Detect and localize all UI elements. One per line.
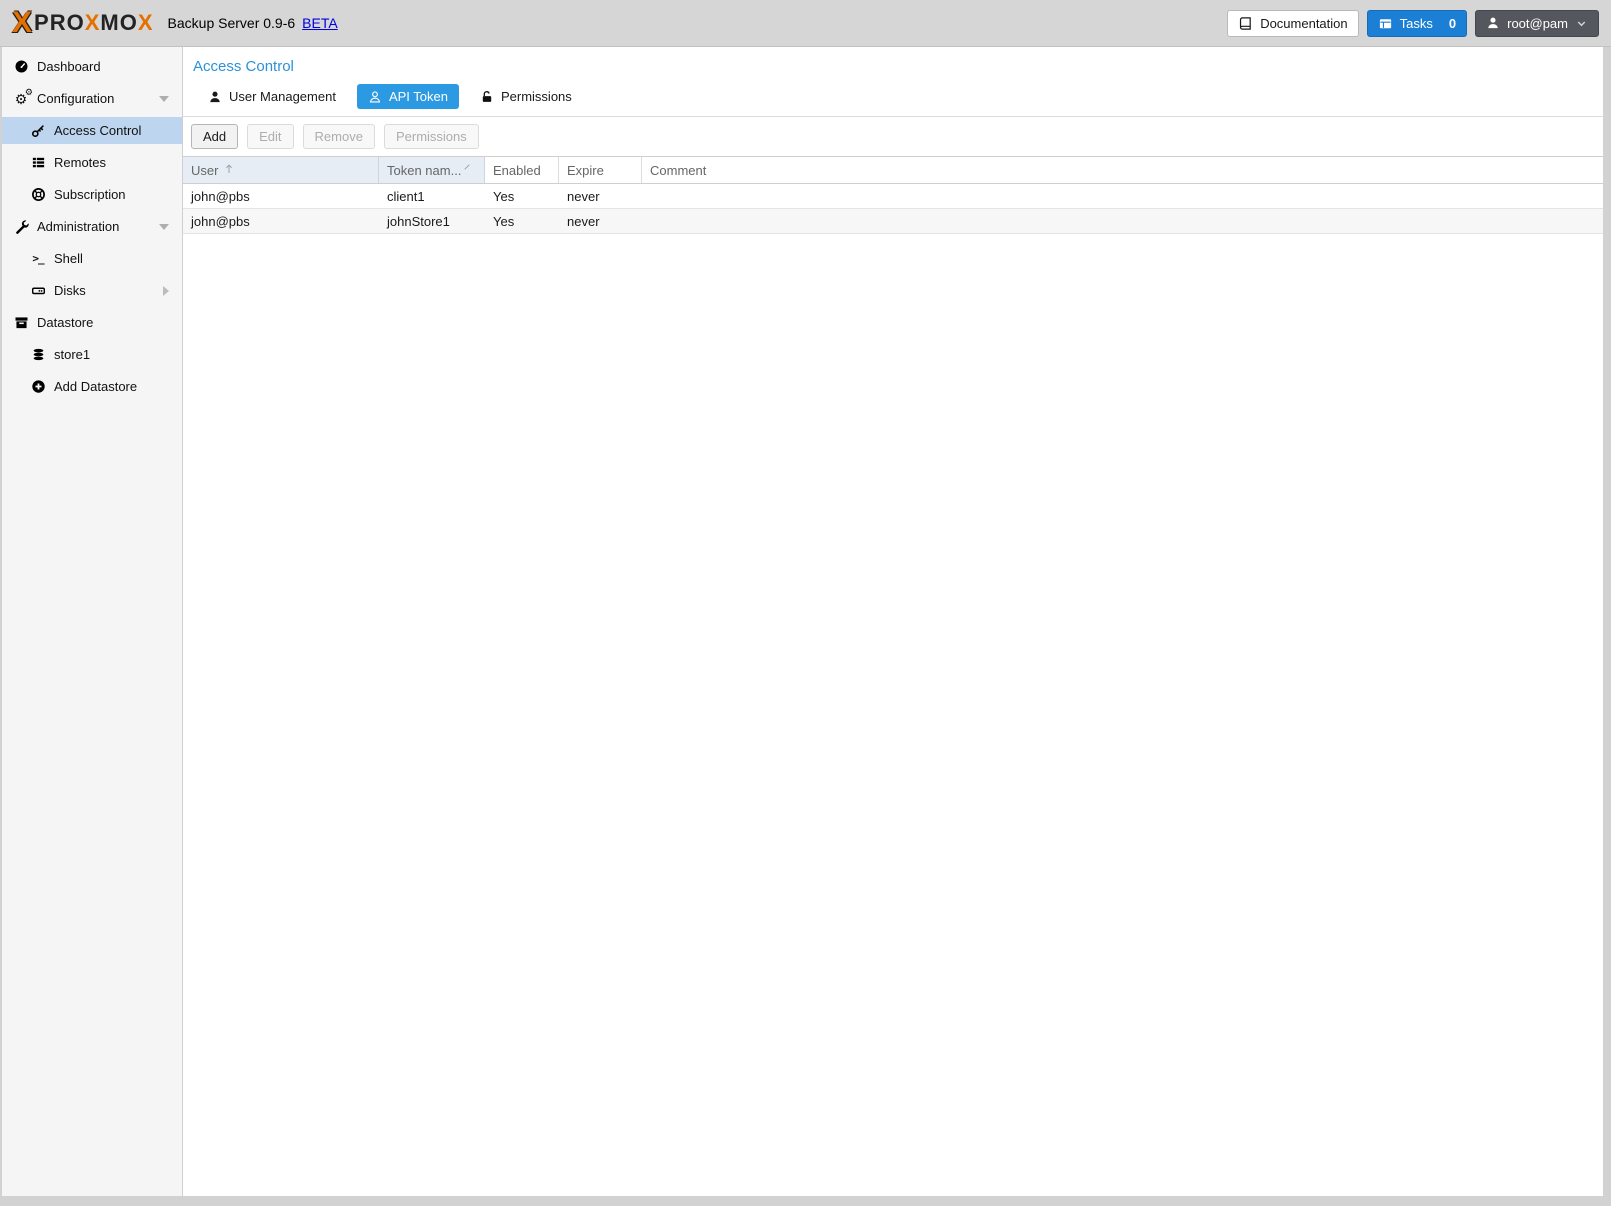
user-menu-button[interactable]: root@pam <box>1475 10 1599 37</box>
column-header-comment[interactable]: Comment <box>642 157 1603 183</box>
cell-expire: never <box>559 184 642 208</box>
sidebar-item-store1[interactable]: store1 <box>2 341 182 368</box>
sort-ascending-icon <box>223 162 235 178</box>
terminal-icon: >_ <box>29 252 47 265</box>
tab-label: Permissions <box>501 89 572 104</box>
key-icon <box>29 123 47 138</box>
tab-user-management[interactable]: User Management <box>197 84 347 109</box>
plus-circle-icon <box>29 379 47 394</box>
sidebar-item-access-control[interactable]: Access Control <box>2 117 182 144</box>
table-empty-area <box>183 234 1603 1196</box>
sidebar-item-label: Access Control <box>54 123 141 138</box>
cell-enabled: Yes <box>485 209 559 233</box>
tab-permissions[interactable]: Permissions <box>469 84 583 109</box>
app-header: X PROXMOX Backup Server 0.9-6 BETA Docum… <box>0 0 1611 47</box>
proxmox-x-mark-icon: X <box>12 8 32 38</box>
cell-token-name: johnStore1 <box>379 209 485 233</box>
support-icon <box>29 187 47 202</box>
book-icon <box>1238 16 1253 31</box>
sidebar-item-label: Administration <box>37 219 119 234</box>
database-icon <box>29 347 47 362</box>
sidebar-item-add-datastore[interactable]: Add Datastore <box>2 373 182 400</box>
tab-label: User Management <box>229 89 336 104</box>
body-row: Dashboard ⚙⚙ Configuration Access Contro… <box>0 47 1611 1206</box>
toolbar: Add Edit Remove Permissions <box>183 117 1603 156</box>
sidebar-item-configuration[interactable]: ⚙⚙ Configuration <box>2 85 182 112</box>
product-subtitle: Backup Server 0.9-6 <box>168 15 296 31</box>
sidebar: Dashboard ⚙⚙ Configuration Access Contro… <box>2 47 183 1196</box>
column-header-expire[interactable]: Expire <box>559 157 642 183</box>
task-list-icon <box>1378 16 1393 31</box>
cell-expire: never <box>559 209 642 233</box>
tab-api-token[interactable]: API Token <box>357 84 459 109</box>
cell-token-name: client1 <box>379 184 485 208</box>
sidebar-item-label: Remotes <box>54 155 106 170</box>
table-header: User Token nam... Enabled <box>183 156 1603 184</box>
tasks-count-badge: 0 <box>1449 16 1456 31</box>
expand-arrow-icon[interactable] <box>163 286 169 296</box>
cell-enabled: Yes <box>485 184 559 208</box>
header-actions: Documentation Tasks 0 root@pam <box>1227 10 1599 37</box>
table-row[interactable]: john@pbs johnStore1 Yes never <box>183 209 1603 234</box>
collapse-arrow-icon[interactable] <box>159 96 169 102</box>
sidebar-item-disks[interactable]: Disks <box>2 277 182 304</box>
sidebar-item-subscription[interactable]: Subscription <box>2 181 182 208</box>
sidebar-item-label: Configuration <box>37 91 114 106</box>
column-header-enabled[interactable]: Enabled <box>485 157 559 183</box>
column-header-token-name[interactable]: Token nam... <box>379 157 485 183</box>
sidebar-item-administration[interactable]: Administration <box>2 213 182 240</box>
proxmox-wordmark: PROXMOX <box>34 12 154 34</box>
sidebar-item-remotes[interactable]: Remotes <box>2 149 182 176</box>
remove-button[interactable]: Remove <box>303 124 375 149</box>
table-row[interactable]: john@pbs client1 Yes never <box>183 184 1603 209</box>
user-outline-icon <box>368 90 382 104</box>
proxmox-backup-server-app: X PROXMOX Backup Server 0.9-6 BETA Docum… <box>0 0 1611 1206</box>
unlock-icon <box>480 90 494 104</box>
column-header-user[interactable]: User <box>183 157 379 183</box>
sidebar-item-label: Subscription <box>54 187 126 202</box>
add-button[interactable]: Add <box>191 124 238 149</box>
hdd-icon <box>29 283 47 298</box>
sidebar-item-label: store1 <box>54 347 90 362</box>
api-token-table: User Token nam... Enabled <box>183 156 1603 1196</box>
sidebar-item-label: Datastore <box>37 315 93 330</box>
archive-icon <box>12 315 30 330</box>
edit-button[interactable]: Edit <box>247 124 293 149</box>
proxmox-logo: X PROXMOX <box>12 8 154 38</box>
permissions-button[interactable]: Permissions <box>384 124 479 149</box>
wrench-icon <box>12 219 30 234</box>
cell-user: john@pbs <box>183 184 379 208</box>
secondary-sort-icon <box>463 159 471 174</box>
tab-bar: User Management API Token Permissions <box>183 80 1603 117</box>
cell-comment <box>642 209 1603 233</box>
cell-user: john@pbs <box>183 209 379 233</box>
documentation-button[interactable]: Documentation <box>1227 10 1358 37</box>
sidebar-item-label: Disks <box>54 283 86 298</box>
sidebar-item-dashboard[interactable]: Dashboard <box>2 53 182 80</box>
tachometer-icon <box>12 59 30 74</box>
sidebar-item-label: Dashboard <box>37 59 101 74</box>
main-panel: Access Control User Management API Token <box>183 47 1603 1196</box>
sidebar-item-label: Shell <box>54 251 83 266</box>
chevron-down-icon <box>1575 17 1588 30</box>
page-title: Access Control <box>183 47 1603 80</box>
collapse-arrow-icon[interactable] <box>159 224 169 230</box>
user-icon <box>208 90 222 104</box>
beta-link[interactable]: BETA <box>302 15 338 31</box>
sidebar-item-shell[interactable]: >_ Shell <box>2 245 182 272</box>
sidebar-item-label: Add Datastore <box>54 379 137 394</box>
cell-comment <box>642 184 1603 208</box>
user-icon <box>1486 16 1500 30</box>
tasks-button[interactable]: Tasks 0 <box>1367 10 1467 37</box>
list-icon <box>29 155 47 170</box>
gears-icon: ⚙⚙ <box>12 92 30 106</box>
tab-label: API Token <box>389 89 448 104</box>
sidebar-item-datastore[interactable]: Datastore <box>2 309 182 336</box>
